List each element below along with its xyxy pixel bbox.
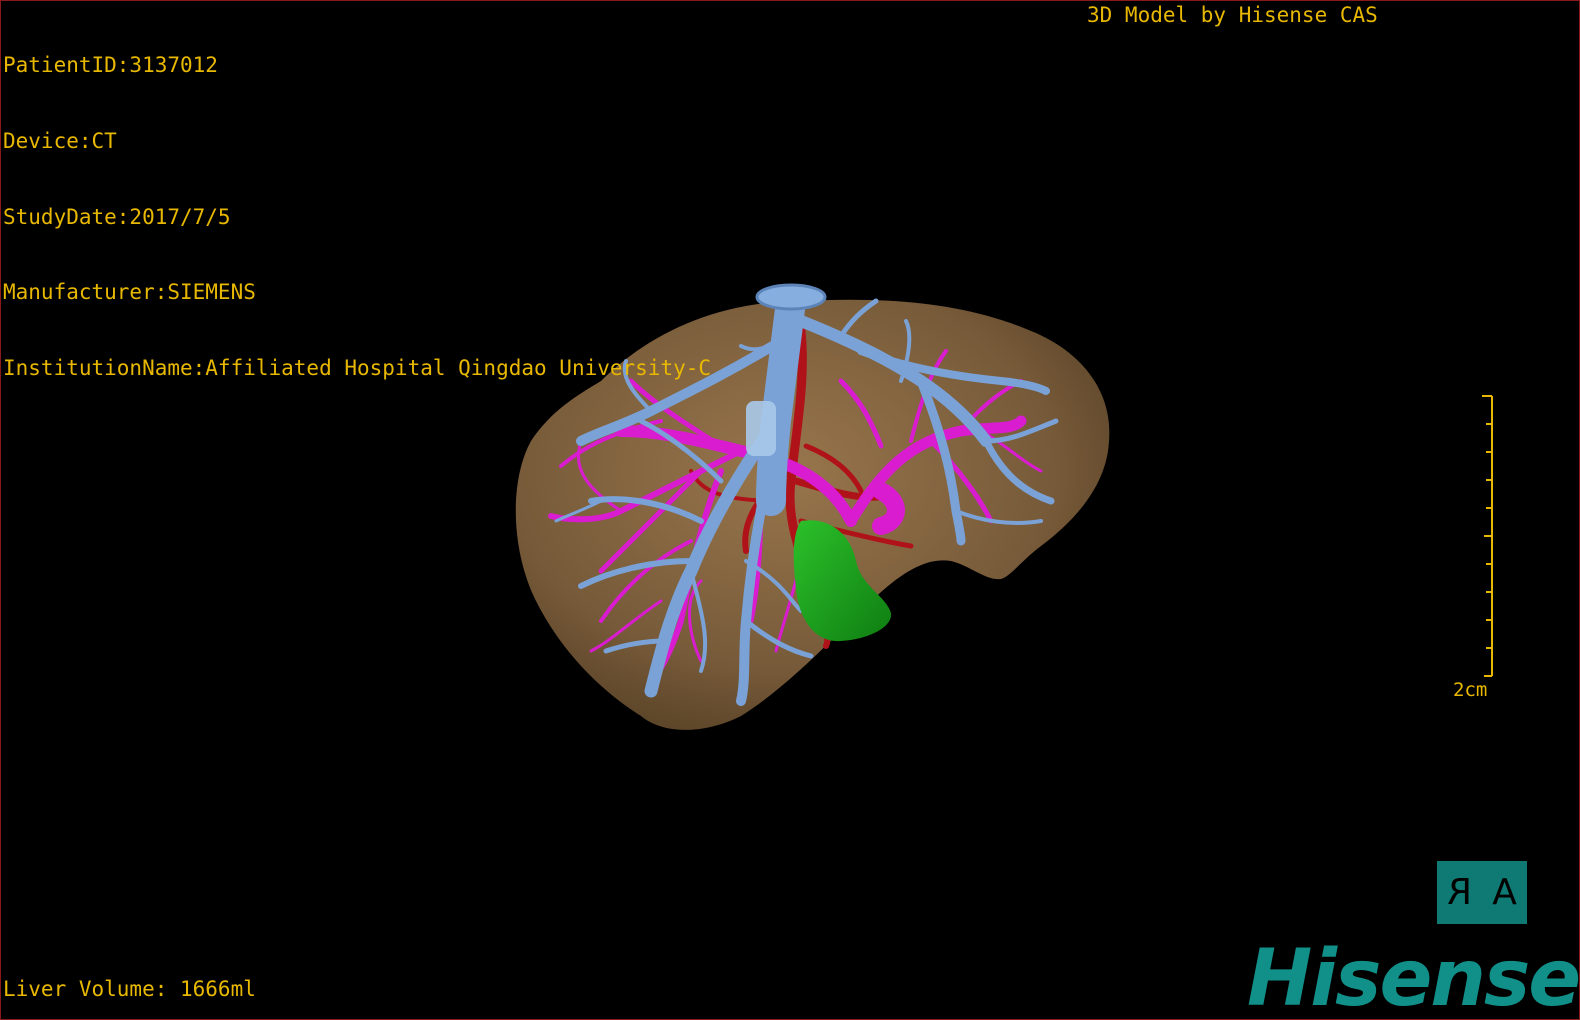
model-credit-text: 3D Model by Hisense CAS [1087, 3, 1378, 27]
hisense-logo: Hisense [1247, 934, 1580, 1020]
scale-bar-label: 2cm [1453, 679, 1488, 701]
orientation-right-letter: A [1492, 872, 1517, 913]
device-text: Device:CT [3, 129, 117, 153]
3d-viewport[interactable]: PatientID:3137012 Device:CT StudyDate:20… [0, 0, 1580, 1020]
study-info-overlay: PatientID:3137012 Device:CT StudyDate:20… [3, 3, 711, 431]
patient-id-text: PatientID:3137012 [3, 53, 218, 78]
inferior-vena-cava-opening [755, 283, 827, 311]
manufacturer-text: Manufacturer:SIEMENS [3, 280, 256, 305]
institution-name-text: InstitutionName:Affiliated Hospital Qing… [3, 355, 712, 380]
liver-volume-text: Liver Volume: 1666ml [3, 977, 256, 1001]
inferior-vena-cava-segment [746, 401, 776, 456]
orientation-left-letter: R [1447, 872, 1473, 913]
study-date-text: StudyDate:2017/7/5 [3, 204, 231, 229]
scale-bar [1482, 395, 1493, 677]
orientation-cube[interactable]: R A [1437, 861, 1527, 924]
